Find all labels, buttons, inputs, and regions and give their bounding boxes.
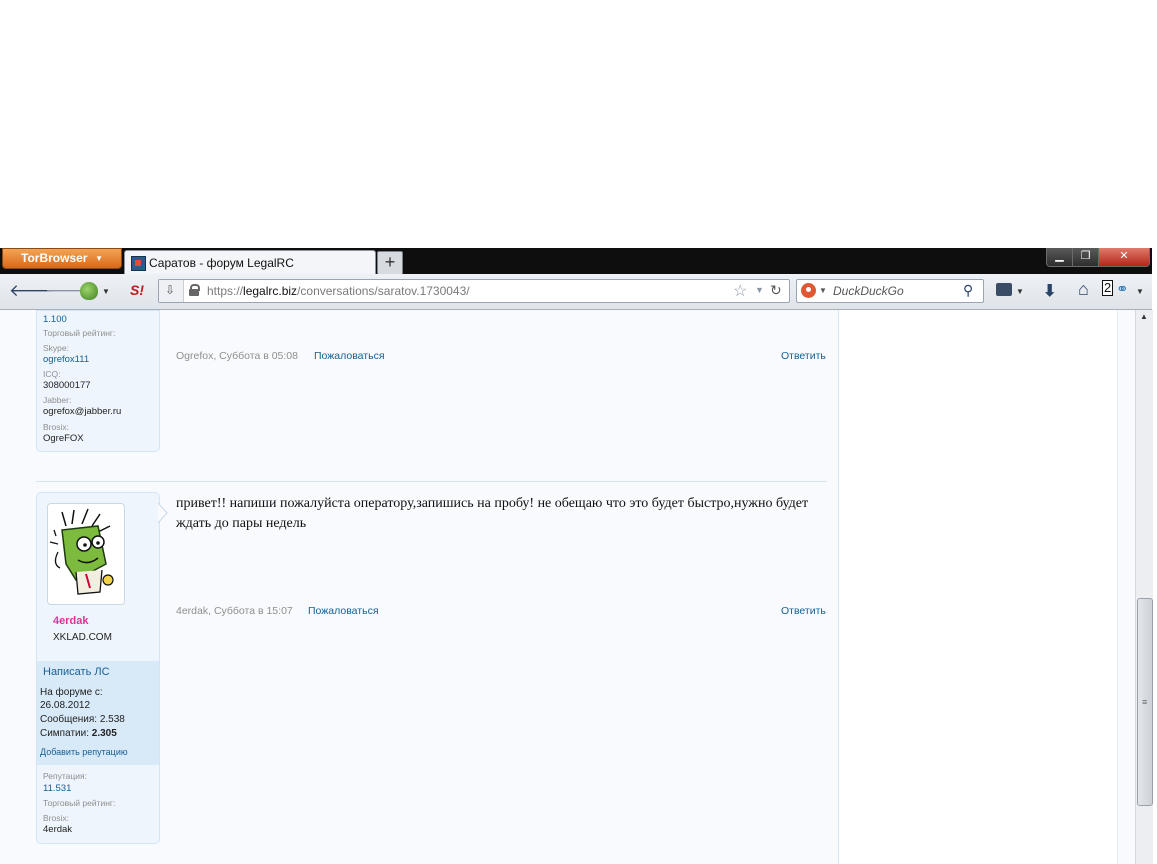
joined-value: 26.08.2012 (40, 700, 91, 711)
post1-meta: Ogrefox, Суббота в 05:08 (176, 350, 298, 362)
post1-trade-rating-label: Торговый рейтинг: (43, 328, 116, 338)
url-scheme: https:// (207, 284, 244, 298)
notification-badge[interactable]: 2 (1102, 280, 1114, 296)
post1-jabber-label: Jabber: (43, 395, 72, 405)
scrollbar-grip-icon: ≡ (1142, 697, 1148, 707)
home-icon[interactable]: ⌂ (1078, 279, 1089, 300)
page-download-icon[interactable] (159, 280, 184, 302)
post2-reply-link[interactable]: Ответить (781, 605, 826, 617)
maximize-button[interactable]: ❐ (1072, 248, 1099, 267)
post1-skype-value[interactable]: ogrefox111 (43, 354, 89, 365)
search-icon[interactable]: ⚲ (963, 282, 973, 299)
downloads-icon[interactable]: ⬇ (1043, 281, 1056, 301)
post2-user-sidebar: 4erdak XKLAD.COM Написать ЛС На форуме с… (36, 492, 160, 844)
minimize-button[interactable]: ▁ (1046, 248, 1073, 267)
addon-icon[interactable]: ⚭ (1116, 280, 1129, 298)
avatar-cartoon-icon (49, 508, 114, 595)
lock-icon[interactable] (189, 284, 200, 296)
post1-user-sidebar: 1.100 Торговый рейтинг: Skype: ogrefox11… (36, 310, 160, 452)
chevron-down-icon: ▼ (95, 254, 103, 263)
right-sidebar-column (838, 310, 1118, 864)
scrollbar-thumb[interactable]: ≡ (1137, 598, 1153, 806)
post2-trade-rating-label: Торговый рейтинг: (43, 798, 116, 808)
url-path: /conversations/saratov.1730043/ (297, 284, 470, 298)
message-pointer-arrow (158, 503, 168, 523)
joined-label: На форуме с: (40, 687, 103, 698)
chevron-down-icon[interactable]: ▼ (819, 286, 827, 295)
post-divider (36, 481, 827, 482)
add-reputation-link[interactable]: Добавить репутацию (40, 747, 128, 757)
chevron-down-icon[interactable]: ▼ (1016, 287, 1024, 296)
noscript-icon[interactable]: S! (130, 282, 144, 298)
torbrowser-menu-button[interactable]: TorBrowser ▼ (2, 248, 122, 269)
post1-reputation-value[interactable]: 1.100 (43, 314, 67, 325)
post1-icq-value: 308000177 (43, 380, 91, 391)
post2-report-link[interactable]: Пожаловаться (308, 605, 379, 617)
bookmark-star-icon[interactable]: ☆ (733, 281, 747, 301)
url-bar[interactable]: https://legalrc.biz/conversations/sarato… (158, 279, 790, 303)
search-input-placeholder[interactable]: DuckDuckGo (833, 284, 904, 298)
post1-icq-label: ICQ: (43, 369, 61, 379)
likes-value: 2.305 (91, 728, 117, 739)
post2-user-stats: Написать ЛС На форуме с: 26.08.2012 Сооб… (37, 661, 159, 765)
post2-reputation-label: Репутация: (43, 771, 87, 781)
browser-tab-active[interactable]: Саратов - форум LegalRC (124, 250, 376, 275)
messages-value: 2.538 (99, 714, 125, 725)
tor-onion-icon[interactable] (80, 282, 98, 300)
post2-reputation-value[interactable]: 11.531 (43, 783, 71, 794)
likes-stat: Симпатии: 2.305 (40, 728, 117, 739)
post2-meta: 4erdak, Суббота в 15:07 (176, 605, 293, 617)
scroll-up-arrow-icon[interactable]: ▲ (1140, 312, 1148, 321)
messages-label: Сообщения: (40, 714, 98, 725)
post1-reply-link[interactable]: Ответить (781, 350, 826, 362)
vertical-scrollbar[interactable]: ▲ ≡ (1135, 310, 1153, 864)
chevron-down-icon[interactable]: ▼ (1136, 287, 1144, 296)
tab-title: Саратов - форум LegalRC (149, 256, 294, 270)
url-history-dropdown-icon[interactable]: ▼ (755, 285, 764, 295)
url-text[interactable]: https://legalrc.biz/conversations/sarato… (207, 284, 470, 298)
chevron-down-icon[interactable]: ▼ (102, 287, 110, 296)
new-tab-button[interactable]: + (377, 251, 403, 275)
post1-report-link[interactable]: Пожаловаться (314, 350, 385, 362)
site-favicon-icon (131, 256, 146, 271)
likes-label: Симпатии: (40, 728, 89, 739)
messages-stat: Сообщения: 2.538 (40, 714, 125, 725)
post2-message-text: привет!! напиши пожалуйста оператору,зап… (176, 496, 809, 531)
post1-skype-label: Skype: (43, 343, 69, 353)
bookmarks-menu-icon[interactable] (996, 283, 1012, 296)
post1-brosix-label: Brosix: (43, 422, 69, 432)
post2-brosix-value: 4erdak (43, 824, 73, 835)
post2-username[interactable]: 4erdak (53, 615, 88, 627)
duckduckgo-icon[interactable] (801, 283, 816, 298)
reload-icon[interactable]: ↻ (770, 282, 782, 299)
post2-brosix-label: Brosix: (43, 813, 69, 823)
post2-user-title: XKLAD.COM (53, 632, 112, 643)
close-button[interactable]: ✕ (1098, 248, 1150, 267)
send-pm-link[interactable]: Написать ЛС (43, 666, 110, 678)
window-controls: ▁ ❐ ✕ (1046, 248, 1152, 267)
post1-jabber-value: ogrefox@jabber.ru (43, 406, 122, 417)
avatar[interactable] (47, 503, 125, 605)
post1-brosix-value: OgreFOX (43, 433, 84, 444)
url-host: legalrc.biz (243, 284, 298, 298)
search-bar[interactable]: ▼ DuckDuckGo ⚲ (796, 279, 984, 303)
